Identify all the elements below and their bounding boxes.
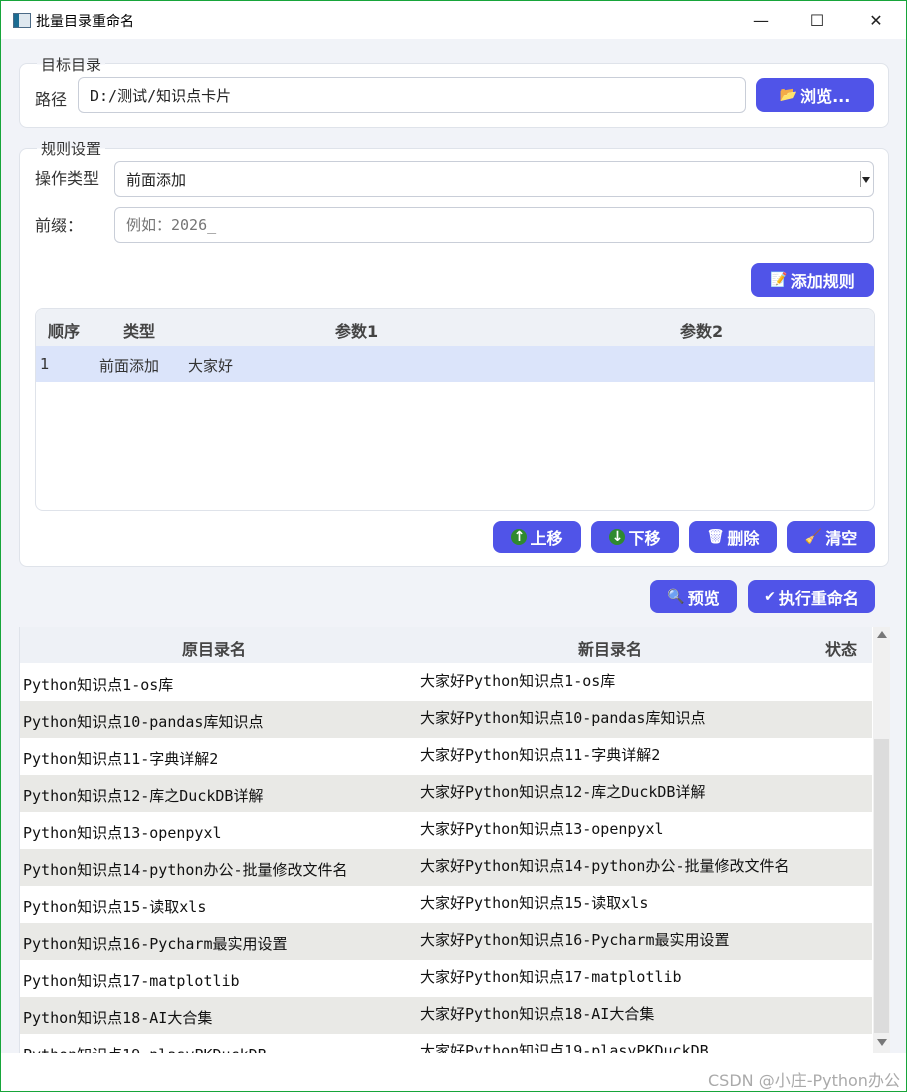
target-directory-legend: 目标目录 [37,54,106,75]
scroll-thumb[interactable] [874,739,889,1033]
old-directory-name: Python知识点15-读取xls [23,898,207,916]
operation-type-label: 操作类型 [35,169,100,188]
param1-header: 参数1 [335,322,379,341]
new-directory-name: 大家好Python知识点11-字典详解2 [420,746,661,764]
minimize-button[interactable]: — [741,6,781,34]
operation-type-select[interactable]: 前面添加 [114,161,874,197]
clear-icon: 🧹 [804,529,823,545]
rename-window: 批量目录重命名 — ☐ ✕ 目标目录 路径 D:/测试/知识点卡片 📂 浏览...… [0,0,907,1092]
preview-row[interactable]: Python知识点19-plasyPKDuckDB 大家好Python知识点19-… [20,1034,872,1054]
new-name-header: 新目录名 [578,640,643,659]
scroll-down-icon[interactable] [877,1039,887,1046]
move-down-label: 下移 [628,529,661,548]
preview-table[interactable]: 原目录名 新目录名 状态 Python知识点1-os库大家好Python知识点1… [19,627,890,1053]
old-directory-name: Python知识点12-库之DuckDB详解 [23,787,264,805]
rules-table[interactable]: 顺序 类型 参数1 参数2 1 前面添加 大家好 [35,308,875,511]
down-icon: ↓ [609,529,626,545]
rule-type: 前面添加 [99,357,160,375]
delete-icon: 🗑 [706,529,725,545]
preview-row[interactable]: Python知识点11-字典详解2 大家好Python知识点11-字典详解2 [20,738,872,775]
maximize-button[interactable]: ☐ [797,6,837,34]
add-rule-button[interactable]: 📝 添加规则 [751,263,874,297]
app-icon [13,13,31,28]
order-header: 顺序 [48,322,81,341]
new-directory-name: 大家好Python知识点19-plasyPKDuckDB [420,1042,709,1054]
old-directory-name: Python知识点19-plasyPKDuckDB [23,1044,403,1053]
check-icon: ✔ [764,588,776,605]
new-directory-name: 大家好Python知识点16-Pycharm最实用设置 [420,931,730,949]
rules-legend: 规则设置 [37,138,106,159]
rules-table-header: 顺序 类型 参数1 参数2 [36,309,874,346]
preview-icon: 🔍 [667,588,685,605]
new-directory-name: 大家好Python知识点10-pandas库知识点 [420,709,706,727]
operation-type-value: 前面添加 [126,170,187,189]
preview-row[interactable]: Python知识点17-matplotlib 大家好Python知识点17-mat… [20,960,872,997]
preview-button[interactable]: 🔍 预览 [650,580,737,613]
new-directory-name: 大家好Python知识点14-python办公-批量修改文件名 [420,857,790,875]
status-header: 状态 [825,640,858,659]
old-directory-name: Python知识点10-pandas库知识点 [23,713,264,731]
preview-row[interactable]: Python知识点13-openpyxl 大家好Python知识点13-openp… [20,812,872,849]
rule-order: 1 [40,355,50,373]
old-name-header: 原目录名 [182,640,247,659]
prefix-label: 前缀： [35,216,84,235]
old-directory-name: Python知识点18-AI大合集 [23,1009,213,1027]
clear-button[interactable]: 🧹 清空 [787,521,875,553]
preview-label: 预览 [687,588,720,608]
clear-label: 清空 [825,529,858,548]
browse-button[interactable]: 📂 浏览... [756,78,874,112]
watermark: CSDN @小庄-Python办公 [708,1071,900,1090]
new-directory-name: 大家好Python知识点1-os库 [420,672,616,690]
new-directory-name: 大家好Python知识点17-matplotlib [420,968,682,986]
move-down-button[interactable]: ↓ 下移 [591,521,679,553]
new-directory-name: 大家好Python知识点15-读取xls [420,894,649,912]
preview-row[interactable]: Python知识点15-读取xls 大家好Python知识点15-读取xls [20,886,872,923]
rule-row[interactable]: 1 前面添加 大家好 [36,346,874,382]
move-up-button[interactable]: ↑ 上移 [493,521,581,553]
new-directory-name: 大家好Python知识点12-库之DuckDB详解 [420,783,706,801]
add-rule-label: 添加规则 [790,272,855,291]
preview-table-header: 原目录名 新目录名 状态 [20,627,872,663]
up-icon: ↑ [511,529,528,545]
title-bar[interactable]: 批量目录重命名 — ☐ ✕ [1,1,906,39]
window-title: 批量目录重命名 [36,14,134,30]
preview-scrollbar[interactable] [873,627,890,1053]
preview-rows: Python知识点1-os库 大家好Python知识点1-os库 Python知识点… [20,664,872,1053]
old-directory-name: Python知识点13-openpyxl [23,824,222,842]
param2-header: 参数2 [680,322,724,341]
old-directory-name: Python知识点11-字典详解2 [23,750,219,768]
rule-param1: 大家好 [188,357,234,375]
prefix-input[interactable] [114,207,874,243]
move-up-label: 上移 [530,529,563,548]
delete-button[interactable]: 🗑 删除 [689,521,777,553]
add-rule-icon: 📝 [770,272,788,288]
old-directory-name: Python知识点17-matplotlib [23,972,240,990]
browse-label: 浏览... [800,87,851,106]
type-header: 类型 [123,322,156,341]
execute-rename-label: 执行重命名 [778,588,859,608]
preview-row[interactable]: Python知识点12-库之DuckDB详解 大家好Python知识点12-库之D… [20,775,872,812]
preview-row[interactable]: Python知识点1-os库 大家好Python知识点1-os库 [20,664,872,701]
old-directory-name: Python知识点16-Pycharm最实用设置 [23,935,288,953]
folder-icon: 📂 [779,87,798,103]
preview-row[interactable]: Python知识点14-python办公-批量修改文件名 大家好Python知识点… [20,849,872,886]
new-directory-name: 大家好Python知识点13-openpyxl [420,820,664,838]
preview-row[interactable]: Python知识点18-AI大合集 大家好Python知识点18-AI大合集 [20,997,872,1034]
chevron-down-icon [860,171,870,187]
path-label: 路径 [35,90,68,109]
old-directory-name: Python知识点14-python办公-批量修改文件名 [23,861,348,879]
preview-row[interactable]: Python知识点10-pandas库知识点 大家好Python知识点10-pan… [20,701,872,738]
scroll-up-icon[interactable] [877,631,887,638]
new-directory-name: 大家好Python知识点18-AI大合集 [420,1005,655,1023]
old-directory-name: Python知识点1-os库 [23,676,174,694]
delete-label: 删除 [727,529,760,548]
close-button[interactable]: ✕ [856,6,896,34]
path-input[interactable]: D:/测试/知识点卡片 [78,77,746,113]
execute-rename-button[interactable]: ✔ 执行重命名 [748,580,875,613]
preview-row[interactable]: Python知识点16-Pycharm最实用设置 大家好Python知识点16-P… [20,923,872,960]
